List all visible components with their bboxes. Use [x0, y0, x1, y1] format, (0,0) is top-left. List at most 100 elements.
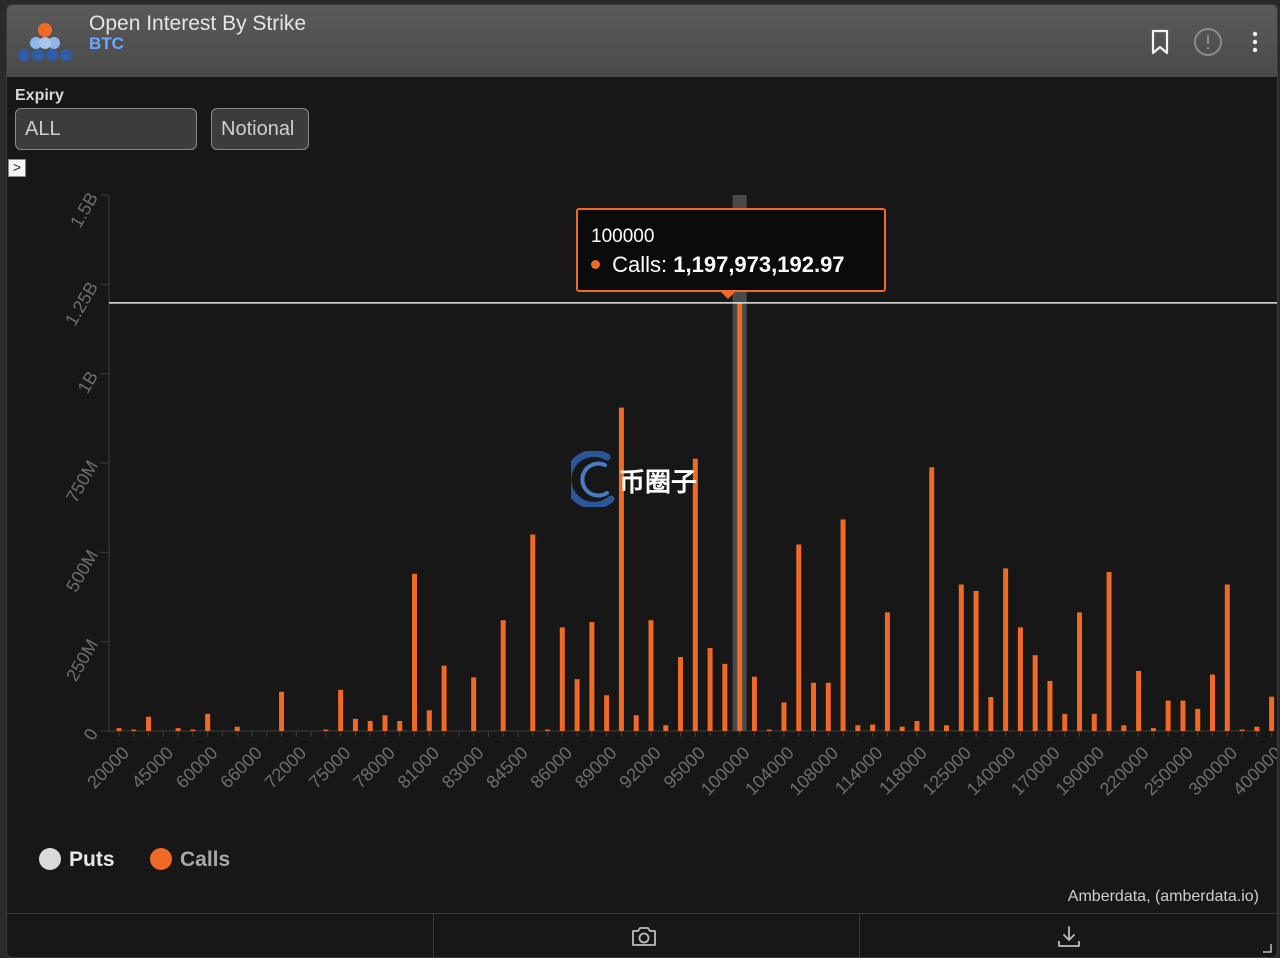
x-tick-label: 45000 — [128, 743, 178, 793]
calls-bar[interactable] — [1180, 700, 1186, 731]
calls-bar[interactable] — [633, 715, 639, 731]
calls-bar[interactable] — [323, 729, 329, 731]
x-tick-label: 89000 — [571, 743, 621, 793]
calls-bar[interactable] — [1003, 568, 1009, 731]
legend-calls[interactable]: Calls — [150, 848, 230, 872]
calls-bar[interactable] — [751, 676, 757, 731]
calls-bar[interactable] — [412, 573, 418, 731]
y-tick-label: 1.25B — [61, 278, 102, 329]
camera-icon — [632, 927, 656, 946]
screenshot-button[interactable] — [433, 914, 860, 957]
calls-bar[interactable] — [870, 724, 876, 731]
calls-bar[interactable] — [116, 728, 122, 731]
calls-bar[interactable] — [1136, 670, 1142, 731]
calls-bar[interactable] — [338, 689, 344, 731]
calls-bar[interactable] — [1150, 728, 1156, 731]
x-tick-label: 75000 — [305, 743, 355, 793]
calls-bar[interactable] — [471, 677, 477, 731]
x-tick-label: 60000 — [172, 743, 222, 793]
calls-bar[interactable] — [1062, 713, 1068, 731]
x-tick-label: 125000 — [919, 743, 976, 800]
x-tick-label: 72000 — [261, 743, 311, 793]
calls-bar[interactable] — [648, 620, 654, 731]
calls-bar[interactable] — [781, 702, 787, 731]
calls-bar[interactable] — [1210, 674, 1216, 731]
calls-bar[interactable] — [352, 718, 358, 731]
y-tick-label: 250M — [62, 636, 102, 685]
x-tick-label: 190000 — [1052, 743, 1109, 800]
resize-handle-icon[interactable] — [1261, 942, 1273, 954]
x-tick-label: 66000 — [216, 743, 266, 793]
calls-bar[interactable] — [811, 682, 817, 731]
calls-bar[interactable] — [766, 729, 772, 731]
calls-bar[interactable] — [1195, 708, 1201, 731]
calls-bar[interactable] — [1017, 627, 1023, 731]
x-tick-label: 104000 — [741, 743, 798, 800]
calls-bar[interactable] — [1032, 655, 1038, 731]
calls-bar[interactable] — [190, 729, 196, 731]
calls-bar[interactable] — [604, 695, 610, 731]
y-tick-label: 500M — [62, 546, 102, 595]
calls-bar[interactable] — [367, 720, 373, 731]
calls-bar[interactable] — [574, 679, 580, 731]
calls-bar[interactable] — [707, 648, 713, 731]
y-tick-label: 750M — [62, 457, 102, 506]
calls-bar[interactable] — [205, 713, 211, 731]
download-icon — [1058, 926, 1080, 947]
calls-bar[interactable] — [1106, 571, 1112, 731]
x-tick-label: 140000 — [963, 743, 1020, 800]
calls-bar[interactable] — [944, 725, 950, 731]
calls-bar[interactable] — [899, 726, 905, 731]
calls-bar[interactable] — [914, 720, 920, 731]
calls-bar[interactable] — [929, 467, 935, 731]
calls-bar[interactable] — [500, 620, 506, 731]
y-tick-label: 1B — [74, 368, 102, 397]
calls-bar[interactable] — [884, 612, 890, 731]
calls-bar[interactable] — [530, 534, 536, 731]
x-tick-label: 400000 — [1229, 743, 1277, 800]
calls-bar[interactable] — [382, 715, 388, 731]
calls-bar[interactable] — [737, 302, 743, 731]
x-tick-label: 108000 — [786, 743, 843, 800]
panel-footer — [7, 913, 1277, 957]
calls-bar[interactable] — [397, 720, 403, 731]
calls-bar[interactable] — [1077, 612, 1083, 731]
calls-bar[interactable] — [1239, 729, 1245, 731]
calls-bar[interactable] — [663, 725, 669, 731]
calls-bar[interactable] — [175, 728, 181, 731]
calls-bar[interactable] — [722, 663, 728, 731]
calls-bar[interactable] — [973, 590, 979, 731]
x-tick-label: 81000 — [394, 743, 444, 793]
calls-bar[interactable] — [796, 544, 802, 731]
calls-bar[interactable] — [1269, 696, 1275, 731]
calls-bar[interactable] — [146, 716, 152, 731]
x-tick-label: 114000 — [831, 743, 887, 799]
calls-bar[interactable] — [131, 729, 137, 731]
calls-bar[interactable] — [678, 657, 684, 731]
calls-bar[interactable] — [234, 726, 240, 731]
calls-bar[interactable] — [840, 519, 846, 731]
tooltip-value: 1,197,973,192.97 — [673, 252, 845, 277]
calls-bar[interactable] — [279, 691, 285, 731]
calls-bar[interactable] — [1165, 700, 1171, 731]
calls-bar[interactable] — [589, 622, 595, 731]
calls-bar[interactable] — [545, 729, 551, 731]
calls-bar[interactable] — [825, 682, 831, 731]
legend-puts[interactable]: Puts — [39, 848, 115, 872]
calls-bar[interactable] — [958, 584, 964, 731]
tooltip-arrow — [719, 290, 737, 299]
calls-bar[interactable] — [1224, 584, 1230, 731]
calls-bar[interactable] — [1254, 726, 1260, 731]
calls-bar[interactable] — [1047, 680, 1053, 731]
calls-bar[interactable] — [426, 710, 432, 731]
data-source-credit: Amberdata, (amberdata.io) — [1067, 888, 1259, 905]
calls-bar[interactable] — [441, 665, 447, 731]
calls-bar[interactable] — [988, 697, 994, 731]
legend-puts-swatch — [39, 848, 61, 870]
calls-bar[interactable] — [855, 725, 861, 731]
calls-bar[interactable] — [1121, 725, 1127, 731]
calls-bar[interactable] — [559, 627, 565, 731]
calls-bar[interactable] — [1091, 713, 1097, 731]
x-tick-label: 20000 — [83, 743, 133, 793]
download-button[interactable] — [860, 914, 1277, 957]
